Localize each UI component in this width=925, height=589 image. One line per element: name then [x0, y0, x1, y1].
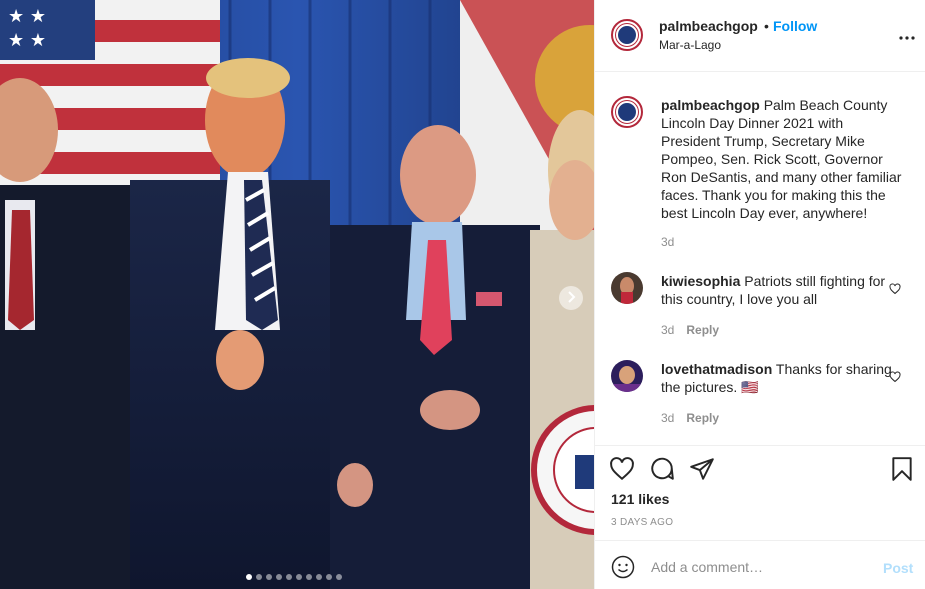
- more-icon: [899, 27, 915, 43]
- carousel-dot: [296, 574, 302, 580]
- comment-time[interactable]: 3d: [661, 411, 674, 425]
- save-button[interactable]: [889, 456, 915, 482]
- post-actions: 121 likes 3 DAYS AGO: [595, 447, 925, 541]
- caption-meta: 3d: [661, 235, 674, 249]
- carousel-dot: [336, 574, 342, 580]
- caption-text: Palm Beach County Lincoln Day Dinner 202…: [661, 97, 902, 221]
- post-date: 3 DAYS AGO: [611, 517, 674, 528]
- carousel-dot: [266, 574, 272, 580]
- comment-text-block: kiwiesophia Patriots still fighting for …: [661, 272, 905, 308]
- author-avatar[interactable]: [611, 19, 643, 51]
- carousel-dots: [246, 574, 342, 580]
- carousel-dot: [306, 574, 312, 580]
- caption-avatar[interactable]: [611, 96, 643, 128]
- reply-button[interactable]: Reply: [686, 323, 719, 337]
- more-options-button[interactable]: [897, 27, 917, 43]
- comment-username[interactable]: lovethatmadison: [661, 361, 772, 377]
- caption-username[interactable]: palmbeachgop: [661, 97, 760, 113]
- caption-time[interactable]: 3d: [661, 235, 674, 249]
- post-photo: ★ ★ ★ ★: [0, 0, 594, 589]
- like-comment-button[interactable]: [889, 370, 903, 384]
- like-count[interactable]: 121 likes: [611, 491, 669, 507]
- heart-icon: [889, 370, 901, 386]
- carousel-dot: [326, 574, 332, 580]
- bookmark-icon: [889, 457, 915, 485]
- reply-button[interactable]: Reply: [686, 411, 719, 425]
- caption-text-block: palmbeachgop Palm Beach County Lincoln D…: [661, 96, 905, 222]
- like-button[interactable]: [609, 456, 635, 482]
- comment-username[interactable]: kiwiesophia: [661, 273, 740, 289]
- like-comment-button[interactable]: [889, 282, 903, 296]
- header-separator: •: [764, 18, 769, 34]
- post-sidebar: palmbeachgop • Follow Mar-a-Lago palmbea…: [594, 0, 925, 589]
- follow-button[interactable]: Follow: [773, 18, 817, 34]
- carousel-dot: [316, 574, 322, 580]
- carousel-dot: [286, 574, 292, 580]
- share-button[interactable]: [689, 456, 715, 482]
- comments-list[interactable]: palmbeachgop Palm Beach County Lincoln D…: [595, 72, 925, 446]
- carousel-dot: [246, 574, 252, 580]
- heart-icon: [889, 282, 901, 298]
- comment-avatar[interactable]: [611, 360, 643, 392]
- post-comment-button[interactable]: Post: [883, 560, 913, 576]
- comment-time[interactable]: 3d: [661, 323, 674, 337]
- post-location[interactable]: Mar-a-Lago: [659, 38, 721, 52]
- comment-meta: 3d Reply: [661, 323, 719, 337]
- emoji-icon: [611, 555, 635, 582]
- share-icon: [689, 458, 715, 485]
- comment-button[interactable]: [649, 456, 675, 482]
- comment-meta: 3d Reply: [661, 411, 719, 425]
- next-slide-button[interactable]: [559, 286, 583, 310]
- carousel-dot: [256, 574, 262, 580]
- svg-text:★ ★: ★ ★: [8, 6, 46, 27]
- heart-icon: [609, 457, 635, 485]
- comment-text-block: lovethatmadison Thanks for sharing the p…: [661, 360, 905, 396]
- svg-text:★ ★: ★ ★: [8, 30, 46, 51]
- author-username[interactable]: palmbeachgop: [659, 18, 758, 34]
- post-photo-carousel[interactable]: ★ ★ ★ ★: [0, 0, 594, 589]
- carousel-dot: [276, 574, 282, 580]
- chevron-right-icon: [566, 290, 576, 306]
- comment-icon: [649, 457, 675, 485]
- comment-avatar[interactable]: [611, 272, 643, 304]
- post-header: palmbeachgop • Follow Mar-a-Lago: [595, 0, 925, 72]
- instagram-post: ★ ★ ★ ★ palmbeachgop • Follow Mar-a-Lago…: [0, 0, 925, 589]
- comment-input[interactable]: [651, 554, 871, 580]
- emoji-button[interactable]: [611, 555, 635, 579]
- comment-composer: Post: [595, 542, 925, 589]
